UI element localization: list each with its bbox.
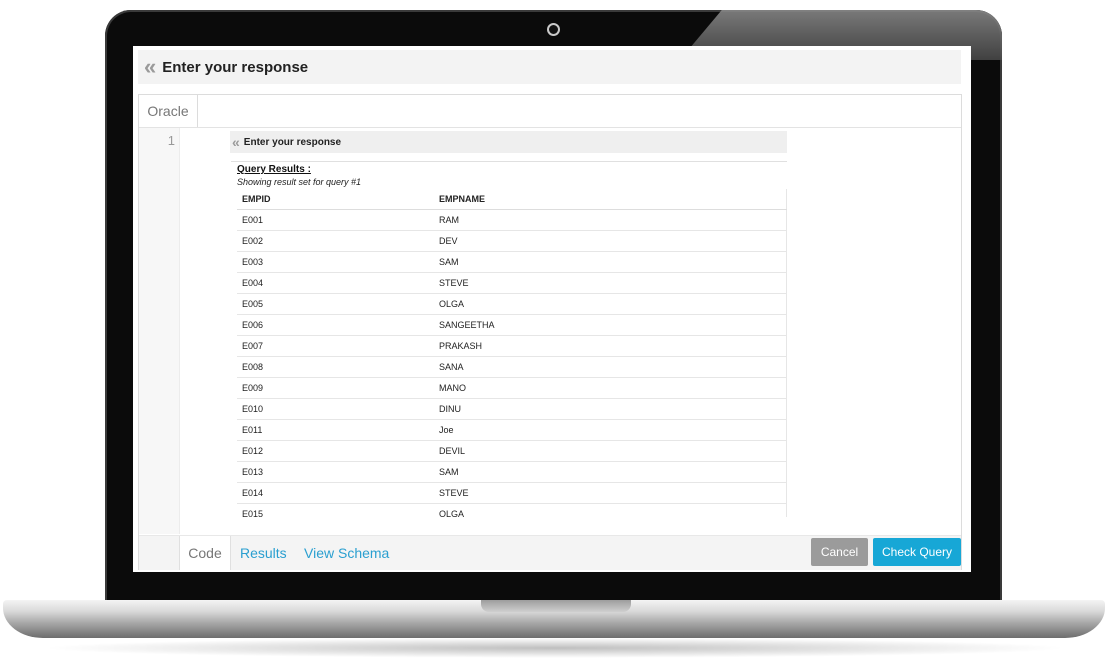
embedded-title-bar: « Enter your response: [230, 131, 787, 153]
cell-empname: MANO: [434, 377, 787, 399]
table-row: E004 STEVE: [237, 272, 787, 294]
cell-empname: OLGA: [434, 293, 787, 315]
query-results-subtitle: Showing result set for query #1: [237, 177, 362, 187]
app-screen: « Enter your response Oracle 1 « Enter y…: [133, 46, 971, 572]
laptop-base: [3, 600, 1105, 638]
double-chevron-left-icon: «: [232, 134, 240, 150]
cell-empname: STEVE: [434, 482, 787, 504]
query-results-title: Query Results :: [237, 164, 311, 175]
cell-empname: DEVIL: [434, 440, 787, 462]
cell-empid: E014: [237, 482, 434, 504]
cancel-button[interactable]: Cancel: [811, 538, 868, 566]
tab-results[interactable]: Results: [240, 536, 287, 570]
camera-icon: [547, 23, 560, 36]
table-row: E008 SANA: [237, 356, 787, 378]
line-gutter: 1: [139, 128, 180, 534]
table-row: E012 DEVIL: [237, 440, 787, 462]
cell-empname: DINU: [434, 398, 787, 420]
table-row: E003 SAM: [237, 251, 787, 273]
cell-empid: E002: [237, 230, 434, 252]
cell-empid: E004: [237, 272, 434, 294]
code-editor[interactable]: Oracle 1 « Enter your response Query Res…: [138, 94, 962, 570]
cell-empid: E006: [237, 314, 434, 336]
table-row: E009 MANO: [237, 377, 787, 399]
table-header-row: EMPID EMPNAME: [237, 189, 787, 210]
cell-empname: SANGEETHA: [434, 314, 787, 336]
column-header-empid: EMPID: [237, 189, 434, 210]
cell-empid: E012: [237, 440, 434, 462]
cell-empname: STEVE: [434, 272, 787, 294]
table-row: E011 Joe: [237, 419, 787, 441]
table-row: E001 RAM: [237, 209, 787, 231]
table-row: E013 SAM: [237, 461, 787, 483]
tab-view-schema[interactable]: View Schema: [304, 536, 389, 570]
table-row: E006 SANGEETHA: [237, 314, 787, 336]
editor-bottom-bar: Code Results View Schema Cancel Check Qu…: [139, 535, 961, 570]
laptop-shadow: [40, 638, 1070, 658]
table-row: E015 OLGA: [237, 503, 787, 517]
cell-empid: E015: [237, 503, 434, 517]
title-bar: « Enter your response: [138, 50, 961, 84]
double-chevron-left-icon[interactable]: «: [144, 56, 156, 78]
check-query-button[interactable]: Check Query: [873, 538, 961, 566]
language-tab-bar: Oracle: [139, 95, 961, 128]
embedded-title: Enter your response: [243, 136, 342, 148]
cell-empid: E007: [237, 335, 434, 357]
column-header-empname: EMPNAME: [434, 189, 787, 210]
cell-empid: E011: [237, 419, 434, 441]
tab-oracle[interactable]: Oracle: [139, 95, 198, 127]
cell-empname: RAM: [434, 209, 787, 231]
results-table: EMPID EMPNAME E001 RAM E002 DEV E003 SAM E004 S…: [237, 189, 787, 517]
cell-empid: E009: [237, 377, 434, 399]
page-title: Enter your response: [162, 58, 309, 76]
tab-code[interactable]: Code: [179, 536, 231, 570]
query-results-panel: Query Results : Showing result set for q…: [231, 161, 787, 517]
table-row: E002 DEV: [237, 230, 787, 252]
cell-empid: E013: [237, 461, 434, 483]
table-row: E010 DINU: [237, 398, 787, 420]
cell-empid: E001: [237, 209, 434, 231]
cell-empname: SAM: [434, 461, 787, 483]
cell-empid: E008: [237, 356, 434, 378]
cell-empname: OLGA: [434, 503, 787, 517]
table-row: E007 PRAKASH: [237, 335, 787, 357]
cell-empid: E005: [237, 293, 434, 315]
laptop-notch: [481, 600, 631, 612]
cell-empname: SAM: [434, 251, 787, 273]
cell-empname: PRAKASH: [434, 335, 787, 357]
table-row: E014 STEVE: [237, 482, 787, 504]
cell-empid: E003: [237, 251, 434, 273]
cell-empname: SANA: [434, 356, 787, 378]
cell-empid: E010: [237, 398, 434, 420]
cell-empname: DEV: [434, 230, 787, 252]
table-row: E005 OLGA: [237, 293, 787, 315]
line-number: 1: [167, 133, 175, 148]
cell-empname: Joe: [434, 419, 787, 441]
